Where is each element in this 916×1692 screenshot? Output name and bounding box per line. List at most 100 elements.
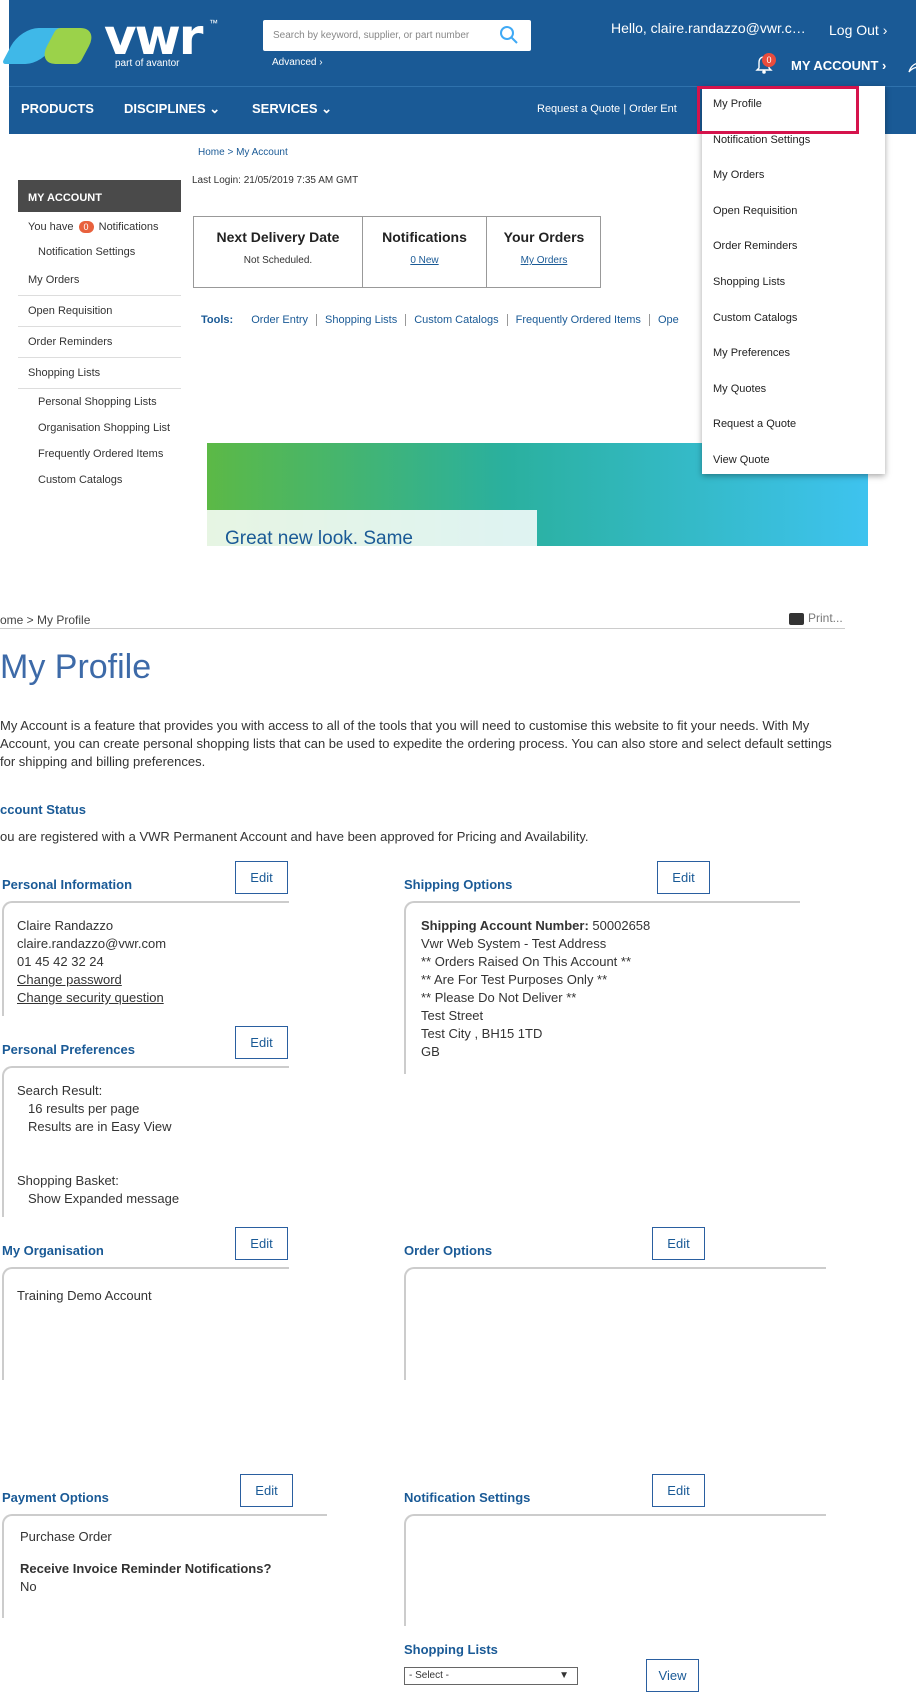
nav-products[interactable]: PRODUCTS — [21, 101, 94, 116]
payment-options-heading: Payment Options — [2, 1490, 109, 1505]
notification-settings-heading: Notification Settings — [404, 1490, 531, 1505]
edit-order-options-button[interactable]: Edit — [652, 1227, 705, 1260]
shopping-basket-message: Show Expanded message — [28, 1191, 180, 1206]
user-name: Claire Randazzo — [17, 918, 114, 933]
tools-link[interactable]: Custom Catalogs — [406, 314, 508, 326]
dropdown-item[interactable]: Open Requisition — [702, 193, 885, 229]
results-per-page: 16 results per page — [28, 1101, 140, 1116]
tools-link[interactable]: Shopping Lists — [317, 314, 407, 326]
search-icon[interactable] — [499, 25, 519, 45]
breadcrumb[interactable]: Home > My Account — [198, 147, 288, 158]
payment-options-box: Purchase Order Receive Invoice Reminder … — [2, 1514, 327, 1618]
notification-settings-box — [404, 1514, 826, 1626]
nav-disciplines[interactable]: DISCIPLINES ⌄ — [124, 101, 220, 117]
dropdown-item[interactable]: My Preferences — [702, 335, 885, 371]
notifications-new-link[interactable]: 0 New — [363, 255, 486, 266]
shopping-list-select[interactable]: - Select - ▼ — [404, 1667, 578, 1685]
page-title: My Profile — [0, 648, 152, 686]
sidebar-item[interactable]: Order Reminders — [18, 327, 181, 358]
invoice-reminder-answer: No — [20, 1579, 37, 1594]
edit-organisation-button[interactable]: Edit — [235, 1227, 288, 1260]
dropdown-item[interactable]: View Quote — [702, 442, 885, 478]
order-options-heading: Order Options — [404, 1243, 493, 1258]
profile-breadcrumb[interactable]: ome > My Profile — [0, 613, 90, 627]
sidebar-item[interactable]: Frequently Ordered Items — [18, 441, 181, 467]
search-box[interactable]: Search by keyword, supplier, or part num… — [263, 20, 531, 51]
printer-icon — [789, 612, 804, 625]
shopping-basket-label: Shopping Basket: — [17, 1173, 119, 1188]
banner-headline: Great new look. Same — [225, 528, 413, 546]
edit-personal-preferences-button[interactable]: Edit — [235, 1026, 288, 1059]
logo-wordmark: vwr — [104, 8, 203, 66]
tools-link[interactable]: Order Entry — [243, 314, 318, 326]
orders-title: Your Orders — [503, 229, 585, 245]
my-organisation-heading: My Organisation — [2, 1243, 104, 1258]
dropdown-item[interactable]: Custom Catalogs — [702, 300, 885, 336]
personal-info-box: Claire Randazzo claire.randazzo@vwr.com … — [2, 901, 289, 1016]
dropdown-item[interactable]: Shopping Lists — [702, 264, 885, 300]
edit-shipping-options-button[interactable]: Edit — [657, 861, 710, 894]
dropdown-item[interactable]: Request a Quote — [702, 406, 885, 442]
highlight-box — [697, 86, 859, 134]
payment-method: Purchase Order — [20, 1529, 112, 1544]
tools-label: Tools: — [201, 314, 234, 326]
edit-notification-settings-button[interactable]: Edit — [652, 1474, 705, 1507]
order-options-box — [404, 1267, 826, 1380]
dropdown-item[interactable]: Order Reminders — [702, 228, 885, 264]
shipping-address-line: ** Please Do Not Deliver ** — [421, 990, 577, 1005]
print-label: Print... — [808, 611, 843, 625]
user-email: claire.randazzo@vwr.com — [17, 936, 167, 951]
sidebar-item[interactable]: Notification Settings — [18, 239, 181, 265]
shipping-address-line: ** Orders Raised On This Account ** — [421, 954, 632, 969]
delivery-value: Not Scheduled. — [243, 255, 313, 266]
edit-payment-options-button[interactable]: Edit — [240, 1474, 293, 1507]
account-summary: Next Delivery Date Not Scheduled. Notifi… — [193, 216, 601, 288]
shipping-address-line: Vwr Web System - Test Address — [421, 936, 607, 951]
dropdown-item[interactable]: My Quotes — [702, 371, 885, 407]
sidebar-item[interactable]: My Orders — [18, 265, 181, 296]
tools-link[interactable]: Ope — [650, 314, 687, 326]
vwr-logo[interactable]: vwr ™ part of avantor — [1, 8, 219, 74]
summary-delivery: Next Delivery Date Not Scheduled. — [194, 217, 362, 287]
sidebar-item[interactable]: Organisation Shopping List — [18, 415, 181, 441]
nav-right-links[interactable]: Request a Quote | Order Ent — [537, 103, 677, 115]
intro-text: My Account is a feature that provides yo… — [0, 718, 832, 769]
shipping-address-line: ** Are For Test Purposes Only ** — [421, 972, 608, 987]
sidebar-you-have: You have — [28, 221, 74, 233]
sidebar-item[interactable]: Custom Catalogs — [18, 467, 181, 493]
sidebar-item[interactable]: Open Requisition — [18, 296, 181, 327]
sidebar-item[interactable]: Personal Shopping Lists — [18, 389, 181, 415]
breadcrumb-divider — [0, 628, 845, 629]
change-security-question-link[interactable]: Change security question — [17, 989, 289, 1007]
delivery-title: Next Delivery Date — [216, 229, 340, 245]
logo-trademark: ™ — [209, 18, 218, 28]
sidebar-item[interactable]: Shopping Lists — [18, 358, 181, 389]
greeting: Hello, claire.randazzo@vwr.c… — [611, 20, 806, 36]
last-login: Last Login: 21/05/2019 7:35 AM GMT — [192, 175, 359, 186]
invoice-reminder-question: Receive Invoice Reminder Notifications? — [20, 1561, 272, 1576]
account-dropdown-menu: My Profile Notification Settings My Orders… — [702, 86, 885, 474]
advanced-search-link[interactable]: Advanced › — [272, 57, 323, 68]
search-result-label: Search Result: — [17, 1083, 103, 1098]
view-shopping-list-button[interactable]: View — [646, 1659, 699, 1692]
organisation-name: Training Demo Account — [17, 1288, 152, 1303]
change-password-link[interactable]: Change password — [17, 971, 289, 989]
sidebar-heading: MY ACCOUNT — [18, 180, 181, 212]
dropdown-item[interactable]: My Orders — [702, 157, 885, 193]
edit-personal-info-button[interactable]: Edit — [235, 861, 288, 894]
account-status-text: ou are registered with a VWR Permanent A… — [0, 829, 589, 844]
shipping-address-line: GB — [421, 1044, 440, 1059]
share-icon[interactable] — [907, 56, 916, 76]
my-orders-link[interactable]: My Orders — [487, 255, 601, 266]
my-profile-page: ome > My Profile Print... My Profile My … — [0, 600, 916, 1692]
my-account-menu[interactable]: MY ACCOUNT › — [791, 58, 886, 73]
print-link[interactable]: Print... — [789, 611, 843, 625]
tools-bar: Tools: Order Entry Shopping Lists Custom Ca… — [201, 314, 687, 326]
tools-link[interactable]: Frequently Ordered Items — [507, 314, 650, 326]
nav-services[interactable]: SERVICES ⌄ — [252, 101, 332, 117]
search-input[interactable]: Search by keyword, supplier, or part num… — [273, 30, 469, 41]
sidebar-notifications[interactable]: You have 0 Notifications — [18, 212, 181, 239]
sidebar-list: Notification Settings My Orders Open Requi… — [18, 239, 181, 493]
logout-link[interactable]: Log Out › — [829, 22, 887, 38]
logo-subtitle: part of avantor — [115, 58, 180, 69]
